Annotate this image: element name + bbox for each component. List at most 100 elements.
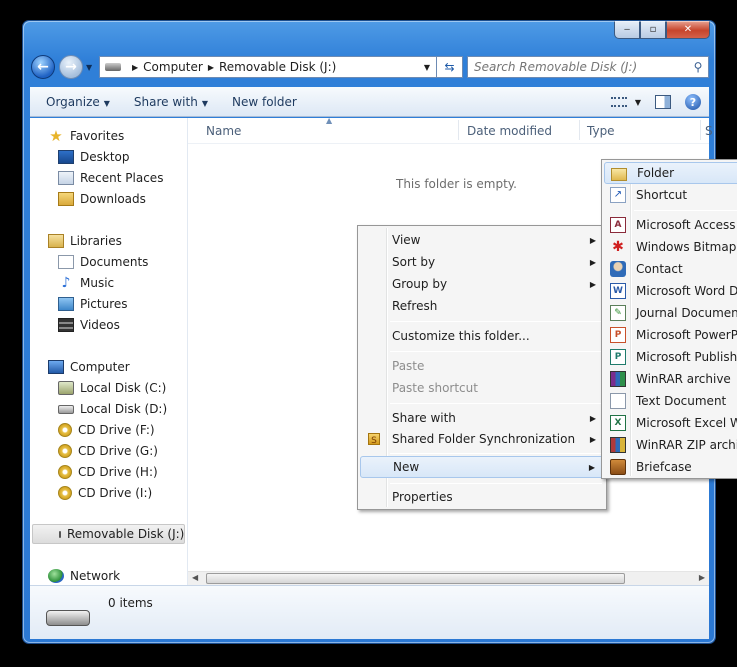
views-dropdown-icon[interactable]: ▼ (635, 98, 641, 107)
menu-refresh[interactable]: Refresh (360, 295, 604, 317)
scroll-right-icon[interactable]: ▶ (699, 573, 705, 582)
new-contact-item[interactable]: Contact (604, 258, 737, 280)
word-icon: W (610, 283, 626, 299)
new-publisher-item[interactable]: PMicrosoft Publisher (604, 346, 737, 368)
nav-documents[interactable]: Documents (58, 252, 148, 272)
videos-icon (58, 318, 74, 332)
new-text-item[interactable]: Text Document (604, 390, 737, 412)
computer-icon (48, 360, 64, 374)
refresh-button[interactable]: ⇆ (437, 56, 463, 78)
nav-removable-disk-j[interactable]: Removable Disk (J:) (32, 524, 185, 544)
usb-drive-icon (59, 530, 61, 538)
nav-libraries[interactable]: Libraries (48, 231, 122, 251)
downloads-icon (58, 192, 74, 206)
menu-view[interactable]: View ▶ (360, 229, 604, 251)
nav-network[interactable]: Network (48, 566, 120, 586)
nav-pictures[interactable]: Pictures (58, 294, 128, 314)
nav-desktop[interactable]: Desktop (58, 147, 130, 167)
new-briefcase-item[interactable]: Briefcase (604, 456, 737, 478)
column-name[interactable]: Name (206, 124, 241, 138)
nav-music[interactable]: ♪ Music (58, 273, 115, 293)
hard-drive-icon (58, 404, 74, 414)
forward-button[interactable]: → (59, 55, 83, 79)
nav-cd-drive-h[interactable]: CD Drive (H:) (58, 462, 158, 482)
column-divider[interactable] (700, 120, 701, 140)
new-winrar-zip-item[interactable]: WinRAR ZIP archive (604, 434, 737, 456)
preview-pane-icon[interactable] (655, 95, 671, 109)
publisher-icon: P (610, 349, 626, 365)
menu-sort-by[interactable]: Sort by ▶ (360, 251, 604, 273)
powerpoint-icon: P (610, 327, 626, 343)
chevron-right-icon[interactable]: ▶ (208, 63, 214, 72)
views-icon[interactable] (610, 97, 627, 107)
recent-pages-dropdown[interactable]: ▼ (86, 63, 92, 72)
removable-disk-icon (46, 610, 90, 626)
breadcrumb-removable-disk[interactable]: Removable Disk (J:) (219, 60, 336, 74)
breadcrumb-computer[interactable]: Computer (143, 60, 203, 74)
nav-downloads[interactable]: Downloads (58, 189, 146, 209)
winrar-zip-icon (610, 437, 626, 453)
chevron-right-icon[interactable]: ▶ (132, 63, 138, 72)
search-input[interactable] (468, 59, 688, 75)
new-word-item[interactable]: W Microsoft Word Do (604, 280, 737, 302)
menu-separator (390, 351, 602, 352)
menu-customize-folder[interactable]: Customize this folder... (360, 325, 604, 347)
arrow-right-icon: → (65, 59, 77, 75)
organize-button[interactable]: Organize ▼ (38, 95, 118, 109)
nav-local-disk-d[interactable]: Local Disk (D:) (58, 399, 167, 419)
column-size[interactable]: S (705, 124, 713, 138)
libraries-icon (48, 234, 64, 248)
music-icon: ♪ (61, 275, 71, 291)
column-date-modified[interactable]: Date modified (467, 124, 552, 138)
horizontal-scrollbar[interactable]: ◀ ▶ (188, 571, 709, 585)
shortcut-icon: ↗ (610, 187, 626, 203)
nav-local-disk-c[interactable]: Local Disk (C:) (58, 378, 166, 398)
scroll-left-icon[interactable]: ◀ (192, 573, 198, 582)
sort-ascending-icon: ▲ (326, 116, 333, 125)
details-pane: 0 items (30, 585, 709, 639)
nav-computer[interactable]: Computer (48, 357, 130, 377)
minimize-button[interactable]: ‒ (614, 21, 640, 39)
nav-cd-drive-g[interactable]: CD Drive (G:) (58, 441, 158, 461)
nav-cd-drive-i[interactable]: CD Drive (I:) (58, 483, 152, 503)
address-bar[interactable]: ▶ Computer ▶ Removable Disk (J:) ▼ (99, 56, 437, 78)
desktop-icon (58, 150, 74, 164)
share-with-button[interactable]: Share with ▼ (126, 95, 216, 109)
help-icon[interactable]: ? (685, 94, 701, 110)
new-folder-item[interactable]: Folder (604, 162, 737, 184)
search-icon[interactable]: ⚲ (688, 60, 708, 74)
pictures-icon (58, 297, 74, 311)
new-journal-item[interactable]: ✎ Journal Document (604, 302, 737, 324)
new-excel-item[interactable]: XMicrosoft Excel Wo (604, 412, 737, 434)
sync-icon: S (368, 433, 380, 446)
close-button[interactable]: ✕ (666, 21, 710, 39)
new-shortcut-item[interactable]: ↗ Shortcut (604, 184, 737, 206)
column-type[interactable]: Type (587, 124, 615, 138)
new-access-item[interactable]: AMicrosoft Access D (604, 214, 737, 236)
nav-recent-places[interactable]: Recent Places (58, 168, 163, 188)
menu-shared-folder-sync[interactable]: S Shared Folder Synchronization ▶ (360, 428, 604, 450)
menu-group-by[interactable]: Group by ▶ (360, 273, 604, 295)
new-powerpoint-item[interactable]: P Microsoft PowerPo (604, 324, 737, 346)
new-folder-button[interactable]: New folder (224, 95, 305, 109)
nav-videos[interactable]: Videos (58, 315, 120, 335)
address-dropdown-icon[interactable]: ▼ (424, 63, 430, 72)
back-button[interactable]: ← (31, 55, 55, 79)
nav-cd-drive-f[interactable]: CD Drive (F:) (58, 420, 155, 440)
journal-icon: ✎ (610, 305, 626, 321)
new-bitmap-item[interactable]: ✱Windows Bitmap In (604, 236, 737, 258)
maximize-button[interactable]: ▫ (640, 21, 666, 39)
submenu-arrow-icon: ▶ (589, 434, 596, 444)
nav-favorites[interactable]: ★ Favorites (48, 126, 124, 146)
search-box[interactable]: ⚲ (467, 56, 709, 78)
menu-properties[interactable]: Properties (360, 486, 604, 508)
context-menu: View ▶ Sort by ▶ Group by ▶ Refresh Customi… (357, 225, 607, 510)
excel-icon: X (610, 415, 626, 431)
menu-share-with[interactable]: Share with ▶ (360, 407, 604, 429)
scrollbar-thumb[interactable] (206, 573, 625, 584)
column-divider[interactable] (458, 120, 459, 140)
submenu-arrow-icon: ▶ (588, 462, 595, 472)
menu-new[interactable]: New ▶ (360, 456, 604, 478)
new-winrar-item[interactable]: WinRAR archive (604, 368, 737, 390)
column-divider[interactable] (579, 120, 580, 140)
